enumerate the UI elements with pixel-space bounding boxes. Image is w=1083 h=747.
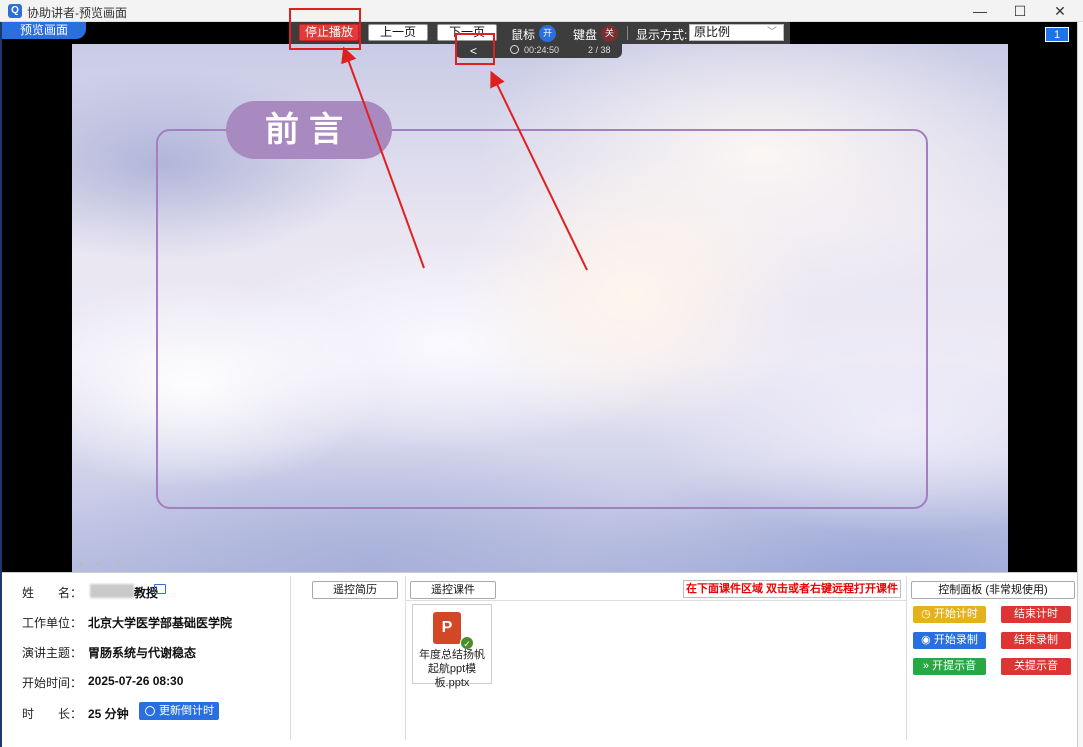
start-timer-button[interactable]: ◷ 开始计时 [913,606,986,623]
courseware-file-name: 年度总结扬帆起航ppt模板.pptx [419,649,485,689]
panel-divider [290,576,291,740]
org-label: 工作单位： [22,616,83,630]
open-sound-label: 开提示音 [932,660,977,672]
duration-value: 25 分钟 [88,707,129,721]
remote-cv-button[interactable]: 遥控简历 [312,581,398,599]
name-label: 姓 名： [22,586,83,600]
end-timer-button[interactable]: 结束计时 [1001,606,1071,623]
topic-label: 演讲主题： [22,646,83,660]
topic-value: 胃肠系统与代谢稳态 [88,646,197,660]
annotation-arrow-collapse [490,70,588,271]
start-time-value: 2025-07-26 08:30 [88,674,184,688]
clock-icon [145,706,155,716]
courseware-notice: 在下面课件区域 双击或者右键远程打开课件 [683,580,901,598]
duration-label: 时 长： [22,707,83,721]
edit-icon[interactable] [154,584,166,594]
powerpoint-file-icon: P [433,612,461,644]
remote-courseware-button[interactable]: 遥控课件 [410,581,496,599]
start-record-button[interactable]: ◉ 开始录制 [913,632,986,649]
control-panel-title[interactable]: 控制面板 (非常规使用) [911,581,1075,599]
start-record-label: 开始录制 [933,634,978,646]
panel-divider [906,576,907,740]
start-time-label: 开始时间： [22,676,83,690]
end-record-button[interactable]: 结束录制 [1001,632,1071,649]
courseware-divider [406,600,906,601]
start-timer-label: 开始计时 [933,608,978,620]
speaker-name-redacted [90,584,134,598]
org-value: 北京大学医学部基础医学院 [88,616,233,630]
close-sound-button[interactable]: 关提示音 [1001,658,1071,675]
open-sound-button[interactable]: » 开提示音 [913,658,986,675]
annotation-arrow-stop [341,46,425,269]
